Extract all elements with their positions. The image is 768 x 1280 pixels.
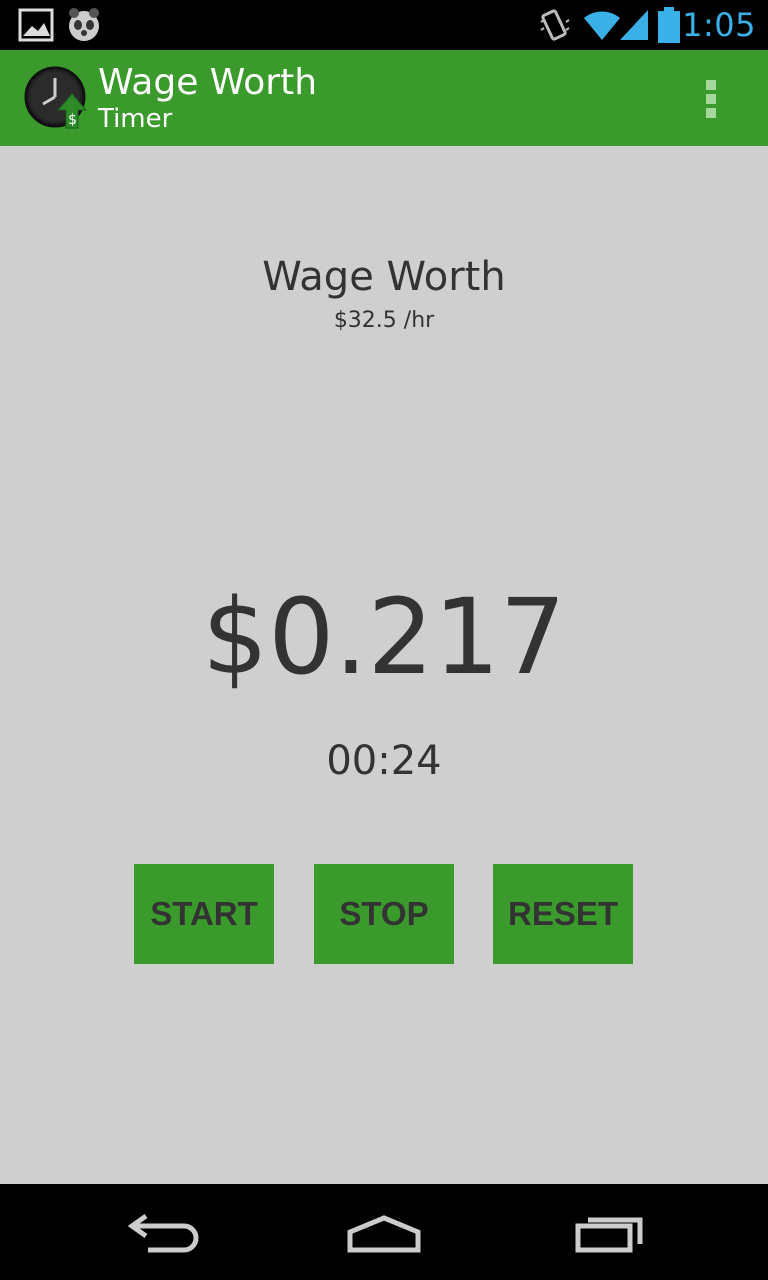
status-time: 1:05 [682,6,756,44]
home-icon[interactable] [340,1204,430,1260]
battery-icon [658,7,680,43]
vibrate-icon [540,9,570,41]
earned-amount: $0.217 [202,576,566,698]
signal-icon [620,10,648,40]
reset-button[interactable]: RESET [493,864,633,964]
recents-icon[interactable] [566,1204,656,1260]
app-title: Wage Worth [98,62,318,103]
stop-button[interactable]: STOP [314,864,454,964]
overflow-menu-icon[interactable] [694,76,730,120]
wifi-icon [584,11,620,40]
elapsed-time: 00:24 [326,738,442,784]
clock-dollar-icon[interactable]: $ [24,66,90,132]
start-button[interactable]: START [134,864,274,964]
back-icon[interactable] [118,1204,208,1260]
gallery-icon [18,8,54,42]
status-bar: 1:05 [0,0,768,50]
action-bar: $ Wage Worth Timer [0,50,768,146]
content-area: Wage Worth $32.5 /hr $0.217 00:24 START … [0,146,768,1184]
wage-heading: Wage Worth [262,254,506,300]
hourly-rate: $32.5 /hr [333,308,435,333]
panda-icon [69,8,99,41]
app-subtitle: Timer [98,104,173,134]
svg-text:$: $ [68,112,77,128]
navigation-bar [0,1184,768,1280]
